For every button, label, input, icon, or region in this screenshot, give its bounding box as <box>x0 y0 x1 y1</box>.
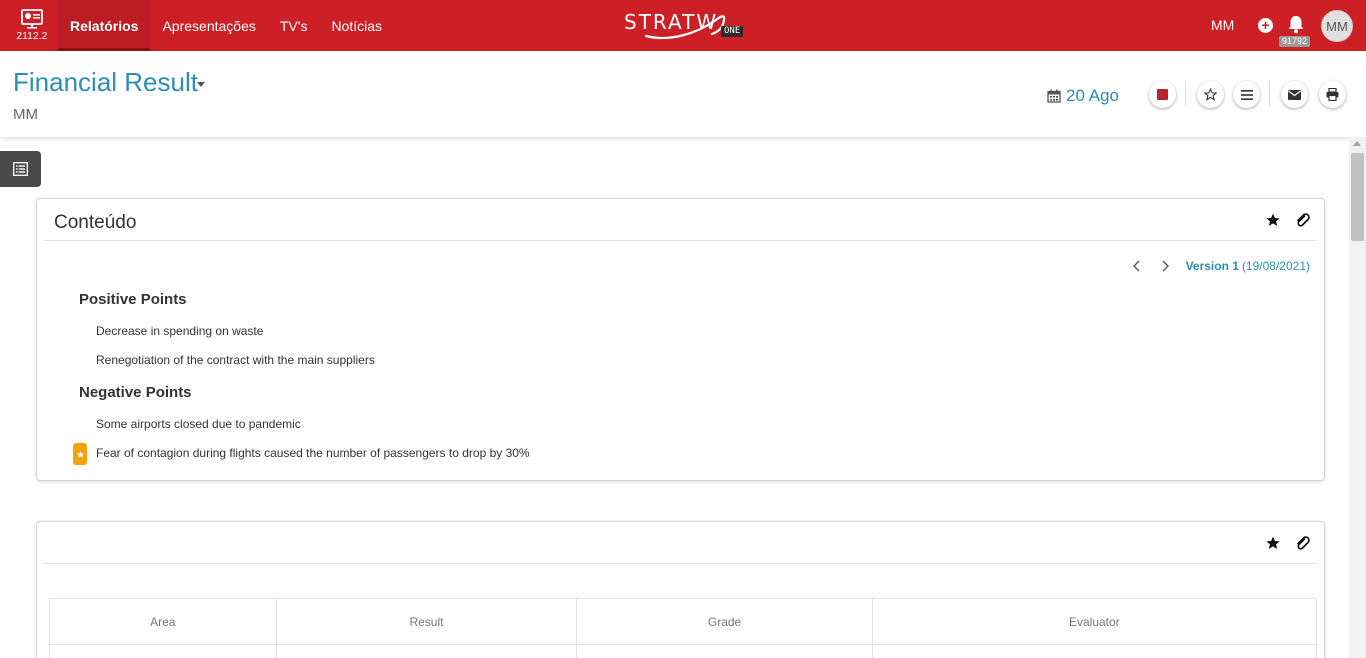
sidebar-toggle-button[interactable] <box>0 151 41 187</box>
results-card: Area Result Grade Evaluator <box>36 521 1325 658</box>
scroll-up-icon[interactable] <box>1353 141 1361 146</box>
table-header-row: Area Result Grade Evaluator <box>49 598 1318 645</box>
star-icon[interactable] <box>1265 212 1281 228</box>
column-header-area[interactable]: Area <box>49 598 277 645</box>
menu-button[interactable] <box>1233 81 1260 108</box>
results-table: Area Result Grade Evaluator <box>49 598 1318 658</box>
table-cell <box>576 644 873 658</box>
star-outline-icon <box>1204 88 1217 101</box>
scrollbar-thumb[interactable] <box>1351 153 1364 241</box>
paperclip-icon[interactable] <box>1294 212 1310 228</box>
calendar-icon <box>1047 89 1061 103</box>
plus-circle-icon[interactable]: + <box>1258 18 1273 33</box>
negative-points-heading: Negative Points <box>79 384 192 401</box>
table-cell <box>275 644 578 658</box>
page-header: Financial Result MM 20 Ago <box>0 51 1366 137</box>
main-nav: Relatórios Apresentações TV's Notícias <box>58 0 394 51</box>
star-icon <box>76 450 84 458</box>
print-button[interactable] <box>1319 81 1346 108</box>
top-navbar: 2112.2 Relatórios Apresentações TV's Not… <box>0 0 1366 51</box>
column-header-result[interactable]: Result <box>275 598 578 645</box>
version-navigator: Version 1 (19/08/2021) <box>1130 259 1310 273</box>
card-divider <box>44 563 1317 564</box>
brand-logo: STRATW ONE <box>624 8 749 42</box>
page-title: Financial Result <box>13 67 198 97</box>
table-cell <box>871 644 1318 658</box>
list-item: Decrease in spending on waste <box>96 324 264 338</box>
stop-square-icon <box>1157 89 1168 100</box>
app-logo[interactable]: 2112.2 <box>0 0 64 51</box>
app-version: 2112.2 <box>16 31 48 42</box>
list-icon <box>13 162 28 176</box>
email-button[interactable] <box>1281 81 1308 108</box>
report-screen-icon <box>21 9 43 29</box>
column-header-grade[interactable]: Grade <box>576 598 873 645</box>
version-label[interactable]: Version 1 <box>1186 259 1239 273</box>
column-header-evaluator[interactable]: Evaluator <box>871 598 1318 645</box>
date-selector[interactable]: 20 Ago <box>1047 86 1119 106</box>
nav-item-relatorios[interactable]: Relatórios <box>58 0 151 51</box>
notification-count-badge: 91792 <box>1279 36 1311 47</box>
chevron-left-icon[interactable] <box>1130 259 1144 273</box>
chevron-right-icon[interactable] <box>1158 259 1172 273</box>
stop-button[interactable] <box>1149 81 1176 108</box>
list-item: Renegotiation of the contract with the m… <box>96 353 375 367</box>
toolbar-divider <box>1269 81 1270 106</box>
favorite-marker[interactable] <box>73 443 87 465</box>
content-card: Conteúdo Version 1 (19/08/2021) Positive… <box>36 198 1325 481</box>
table-cell <box>49 644 277 658</box>
date-label: 20 Ago <box>1066 86 1119 105</box>
brand-badge: ONE <box>721 26 744 37</box>
user-name[interactable]: MM <box>1211 17 1234 33</box>
favorite-button[interactable] <box>1197 81 1224 108</box>
bell-icon[interactable] <box>1287 15 1305 34</box>
card-title: Conteúdo <box>54 212 137 233</box>
envelope-icon <box>1288 89 1301 100</box>
card-divider <box>44 240 1317 241</box>
avatar[interactable]: MM <box>1321 10 1353 42</box>
star-icon[interactable] <box>1265 535 1281 551</box>
caret-down-icon[interactable] <box>197 82 205 87</box>
list-item: Some airports closed due to pandemic <box>96 417 301 431</box>
positive-points-heading: Positive Points <box>79 291 187 308</box>
paperclip-icon[interactable] <box>1294 535 1310 551</box>
nav-item-apresentacoes[interactable]: Apresentações <box>150 0 267 51</box>
printer-icon <box>1326 88 1339 101</box>
hamburger-icon <box>1240 89 1253 100</box>
toolbar-divider <box>1185 81 1186 106</box>
table-row <box>49 644 1318 658</box>
version-date: (19/08/2021) <box>1241 259 1310 273</box>
nav-item-tvs[interactable]: TV's <box>268 0 320 51</box>
nav-item-noticias[interactable]: Notícias <box>319 0 394 51</box>
page-subtitle: MM <box>13 106 38 123</box>
page-scrollbar[interactable] <box>1349 137 1366 658</box>
list-item: Fear of contagion during flights caused … <box>96 446 530 460</box>
